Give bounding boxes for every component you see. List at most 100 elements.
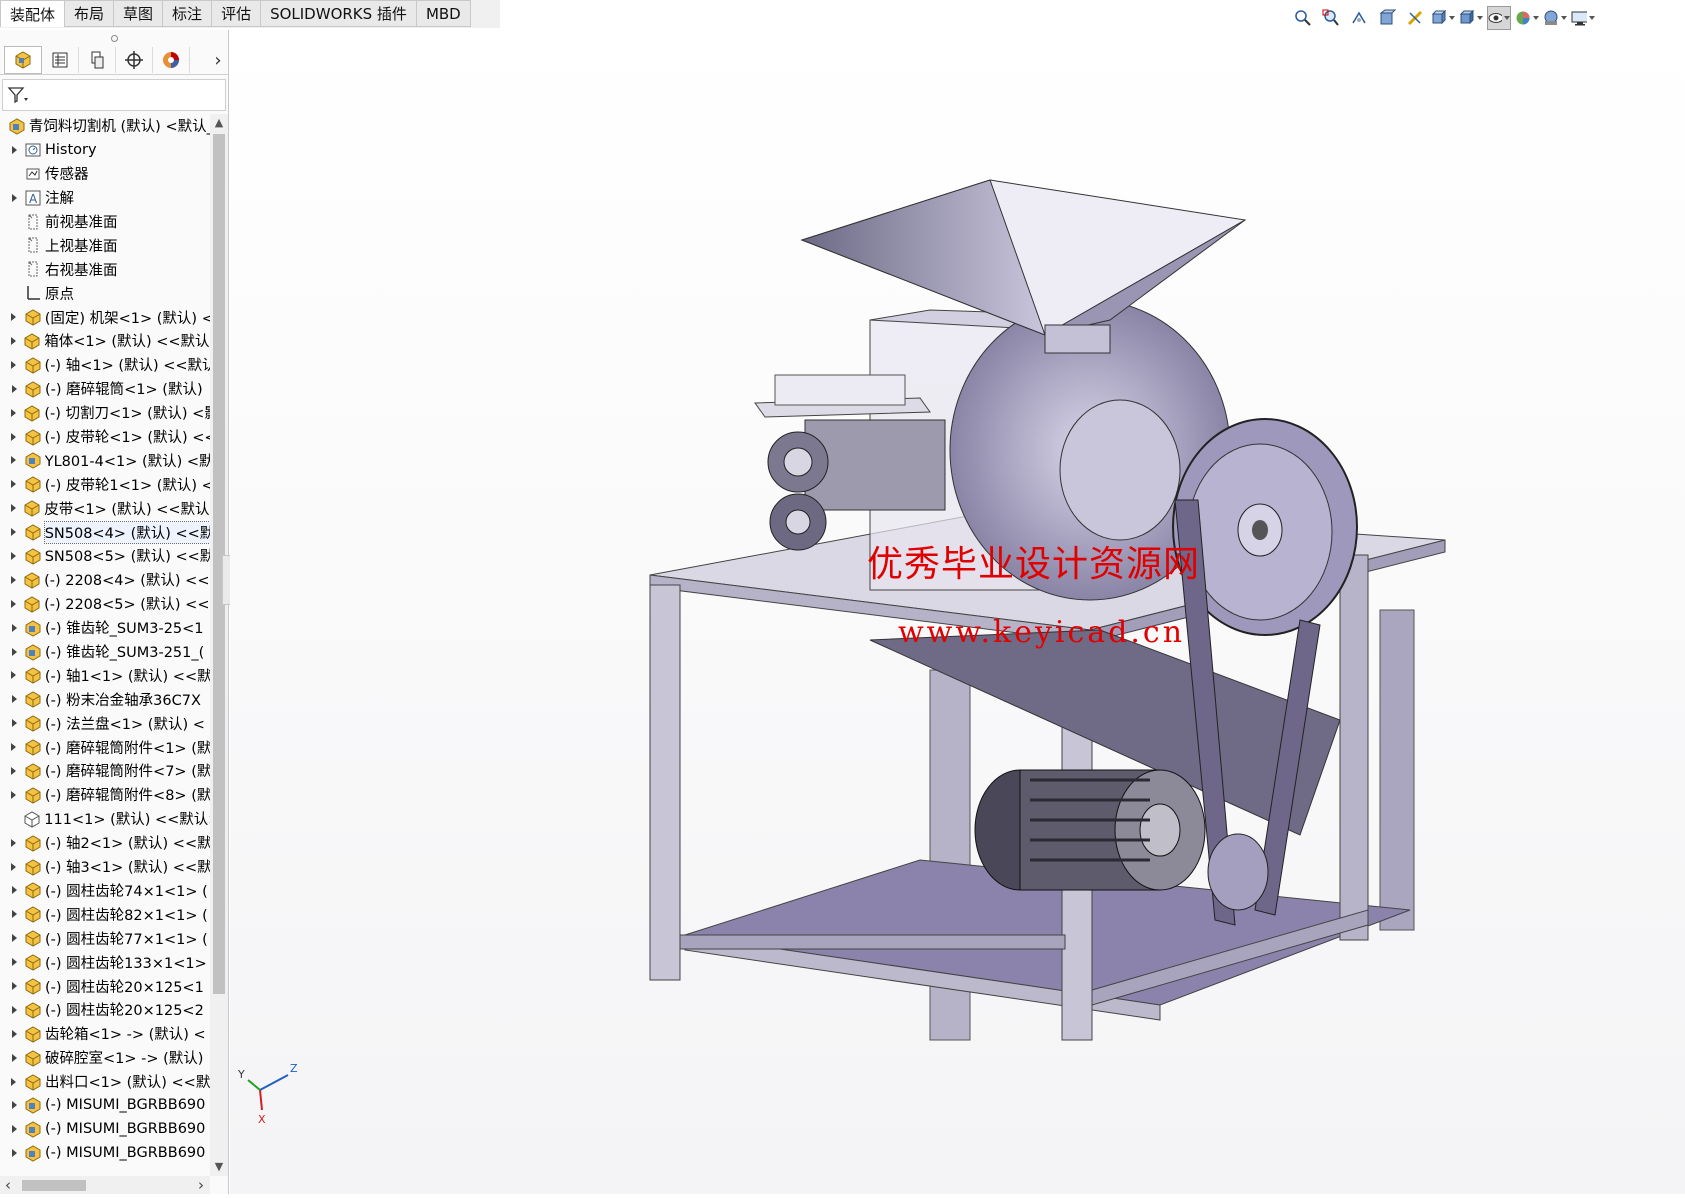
tree-item[interactable]: 齿轮箱<1> -> (默认) < — [0, 1022, 210, 1046]
view-settings-icon[interactable] — [1571, 6, 1595, 30]
tree-item[interactable]: (-) 粉末冶金轴承36C7X — [0, 687, 210, 711]
expand-arrow-icon[interactable] — [8, 600, 19, 608]
expand-arrow-icon[interactable] — [8, 1149, 20, 1157]
expand-arrow-icon[interactable] — [8, 480, 20, 488]
tree-item[interactable]: 右视基准面 — [0, 257, 210, 281]
display-manager-tab-icon[interactable] — [153, 47, 190, 73]
expand-arrow-icon[interactable] — [8, 409, 19, 417]
command-tab[interactable]: SOLIDWORKS 插件 — [261, 0, 417, 27]
tree-item[interactable]: History — [0, 138, 210, 162]
command-tab[interactable]: 装配体 — [0, 0, 66, 27]
tree-item[interactable]: (-) 磨碎辊筒附件<7> (默 — [0, 759, 210, 783]
property-manager-tab-icon[interactable] — [42, 47, 79, 73]
tree-item[interactable]: (-) MISUMI_BGRBB690 — [0, 1117, 210, 1141]
expand-arrow-icon[interactable] — [8, 337, 19, 345]
tree-item[interactable]: (-) 磨碎辊筒<1> (默认) — [0, 377, 210, 401]
feature-manager-tab-icon[interactable] — [4, 46, 42, 74]
view-orientation-icon[interactable] — [1431, 6, 1455, 30]
tree-filter[interactable] — [2, 79, 226, 111]
expand-arrow-icon[interactable] — [8, 791, 20, 799]
expand-arrow-icon[interactable] — [8, 958, 20, 966]
tree-item[interactable]: YL801-4<1> (默认) <默 — [0, 448, 210, 472]
panel-grip[interactable] — [0, 30, 228, 46]
display-style-icon[interactable] — [1459, 6, 1483, 30]
scroll-right-icon[interactable]: › — [198, 1176, 204, 1194]
expand-arrow-icon[interactable] — [8, 1006, 20, 1014]
expand-arrow-icon[interactable] — [8, 624, 20, 632]
tree-item[interactable]: (-) 轴2<1> (默认) <<默 — [0, 831, 210, 855]
tree-item[interactable]: (-) 圆柱齿轮20×125<1 — [0, 974, 210, 998]
expand-arrow-icon[interactable] — [8, 313, 20, 321]
expand-arrow-icon[interactable] — [8, 1078, 20, 1086]
graphics-area[interactable]: Z Y X 优秀毕业设计资源网 www.keyicad.cn — [230, 30, 1685, 1194]
configuration-manager-tab-icon[interactable] — [79, 47, 116, 73]
tree-item[interactable]: (-) MISUMI_BGRBB690 — [0, 1094, 210, 1118]
tree-item[interactable]: 箱体<1> (默认) <<默认> — [0, 329, 210, 353]
tree-root-assembly[interactable]: 青饲料切割机 (默认) <默认_ — [0, 114, 210, 138]
tree-item[interactable]: (-) 圆柱齿轮77×1<1> ( — [0, 926, 210, 950]
hide-show-icon[interactable] — [1487, 6, 1511, 30]
zoom-area-icon[interactable] — [1319, 6, 1343, 30]
tree-item[interactable]: 原点 — [0, 281, 210, 305]
previous-view-icon[interactable] — [1347, 6, 1371, 30]
section-view-icon[interactable] — [1375, 6, 1399, 30]
expand-arrow-icon[interactable] — [8, 194, 20, 202]
tree-item[interactable]: (-) 皮带轮1<1> (默认) < — [0, 472, 210, 496]
expand-arrow-icon[interactable] — [8, 695, 20, 703]
tree-item[interactable]: 前视基准面 — [0, 210, 210, 234]
expand-arrow-icon[interactable] — [8, 743, 20, 751]
expand-arrow-icon[interactable] — [8, 982, 20, 990]
expand-arrow-icon[interactable] — [8, 767, 20, 775]
tree-item[interactable]: (-) 锥齿轮_SUM3-25<1 — [0, 616, 210, 640]
tree-item[interactable]: (-) 2208<4> (默认) <<默 — [0, 568, 210, 592]
expand-arrow-icon[interactable] — [8, 719, 20, 727]
tree-item[interactable]: (-) 磨碎辊筒附件<8> (默 — [0, 783, 210, 807]
dimxpert-manager-tab-icon[interactable] — [116, 47, 153, 73]
tree-item[interactable]: A 注解 — [0, 186, 210, 210]
tree-item[interactable]: (-) 轴<1> (默认) <<默认 — [0, 353, 210, 377]
tree-vertical-scrollbar[interactable]: ▲ ▼ — [210, 114, 228, 1176]
tree-item[interactable]: 破碎腔室<1> -> (默认) — [0, 1046, 210, 1070]
expand-arrow-icon[interactable] — [8, 146, 20, 154]
tree-item[interactable]: (-) 圆柱齿轮74×1<1> ( — [0, 879, 210, 903]
tree-item[interactable]: SN508<4> (默认) <<默 — [0, 520, 210, 544]
tree-horizontal-scrollbar[interactable]: ‹ › — [0, 1176, 210, 1194]
expand-arrow-icon[interactable] — [8, 361, 20, 369]
scroll-left-icon[interactable]: ‹ — [5, 1176, 11, 1194]
tree-item[interactable]: (固定) 机架<1> (默认) < — [0, 305, 210, 329]
expand-arrow-icon[interactable] — [8, 576, 19, 584]
hscroll-thumb[interactable] — [22, 1180, 86, 1191]
command-tab[interactable]: 标注 — [163, 0, 213, 27]
tree-item[interactable]: (-) 轴1<1> (默认) <<默 — [0, 663, 210, 687]
expand-arrow-icon[interactable] — [8, 671, 20, 679]
tree-item[interactable]: (-) 皮带轮<1> (默认) << — [0, 425, 210, 449]
expand-arrow-icon[interactable] — [8, 504, 19, 512]
scroll-down-icon[interactable]: ▼ — [213, 1160, 225, 1174]
expand-arrow-icon[interactable] — [8, 1030, 20, 1038]
scroll-up-icon[interactable]: ▲ — [213, 116, 225, 130]
dynamic-annotation-icon[interactable] — [1403, 6, 1427, 30]
assembly-model-render[interactable]: Z Y X — [230, 30, 1685, 1194]
command-tab[interactable]: 草图 — [114, 0, 164, 27]
expand-arrow-icon[interactable] — [8, 456, 20, 464]
tree-item[interactable]: (-) 圆柱齿轮133×1<1> — [0, 950, 210, 974]
tree-item[interactable]: 111<1> (默认) <<默认> — [0, 807, 210, 831]
tree-item[interactable]: SN508<5> (默认) <<默 — [0, 544, 210, 568]
tree-item[interactable]: (-) 锥齿轮_SUM3-251_( — [0, 640, 210, 664]
command-tab[interactable]: MBD — [416, 0, 471, 27]
expand-arrow-icon[interactable] — [8, 863, 20, 871]
expand-arrow-icon[interactable] — [8, 839, 20, 847]
expand-arrow-icon[interactable] — [8, 433, 20, 441]
tree-item[interactable]: 出料口<1> (默认) <<默 — [0, 1070, 210, 1094]
apply-scene-icon[interactable] — [1543, 6, 1567, 30]
tree-item[interactable]: (-) 圆柱齿轮82×1<1> ( — [0, 902, 210, 926]
command-tab[interactable]: 布局 — [65, 0, 115, 27]
expand-arrow-icon[interactable] — [8, 886, 20, 894]
tree-item[interactable]: 传感器 — [0, 162, 210, 186]
tree-item[interactable]: (-) MISUMI_BGRBB690 — [0, 1141, 210, 1165]
expand-arrow-icon[interactable] — [8, 1101, 20, 1109]
expand-arrow-icon[interactable] — [8, 552, 20, 560]
tree-item[interactable]: (-) 切割刀<1> (默认) <影 — [0, 401, 210, 425]
tree-item[interactable]: (-) 磨碎辊筒附件<1> (默 — [0, 735, 210, 759]
filter-icon[interactable] — [7, 86, 29, 104]
